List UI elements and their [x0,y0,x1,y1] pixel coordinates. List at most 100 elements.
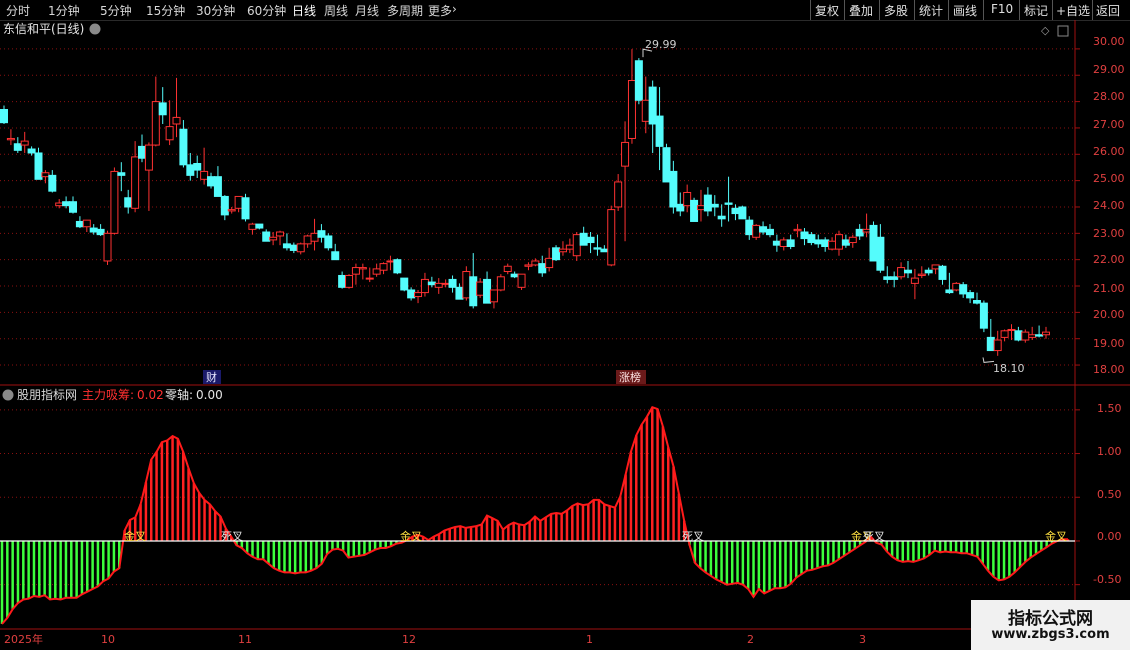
candle-body [255,223,264,229]
low-price-label: 18.10 [993,362,1025,375]
candle-body [1014,330,1023,341]
tab-intraday[interactable]: 分时 [6,2,30,19]
indicator-tick: 0.50 [1097,488,1122,501]
candle-body [600,248,609,253]
multi-stock-button[interactable]: 多股 [884,2,908,19]
candle-body [20,140,29,146]
candle-body [917,273,926,276]
indicator-tick: -0.50 [1093,573,1121,586]
overlay-button[interactable]: 叠加 [849,2,873,19]
back-button[interactable]: 返回 [1096,2,1120,19]
candle-body [710,203,719,208]
candle-body [379,263,388,271]
candle-body [703,194,712,212]
divider [1019,0,1020,20]
add-watchlist-button[interactable]: +自选 [1056,2,1090,19]
candle-body [427,281,436,286]
f10-button[interactable]: F10 [991,2,1013,16]
candle-body [717,215,726,220]
candle-body [213,176,222,197]
candle-body [193,163,202,171]
tab-60min[interactable]: 60分钟 [247,2,286,19]
candle-body [227,209,236,212]
candle-body [862,228,871,233]
window-icon[interactable] [1057,25,1069,37]
candle-body [331,251,340,261]
price-tick: 28.00 [1093,90,1125,103]
candle-body [138,145,147,159]
tab-weekly[interactable]: 周线 [324,2,348,19]
tab-monthly[interactable]: 月线 [355,2,379,19]
candle-body [248,223,257,230]
candle-body [621,141,630,167]
candle-body [365,277,374,280]
candle-body [731,207,740,215]
candle-body [324,235,333,249]
candle-body [386,260,395,263]
candle-body [414,292,423,298]
diamond-icon[interactable]: ◇ [1041,24,1050,37]
tab-multi-period[interactable]: 多周期 [387,2,423,19]
candle-body [372,268,381,275]
candle-body [503,265,512,273]
candle-body [676,203,685,212]
candle-body [75,220,84,228]
candle-body [786,239,795,247]
price-tick: 23.00 [1093,227,1125,240]
candle-body [441,282,450,285]
candle-body [289,244,298,251]
draw-line-button[interactable]: 画线 [953,2,977,19]
kline-chart[interactable]: 东信和平(日线) ◇ 股朋指标网 主力吸筹: 0.02 零轴: 0.00 29.… [0,20,1130,650]
watermark: 指标公式网 www.zbgs3.com [971,600,1130,650]
candle-body [662,147,671,183]
time-label: 12 [402,633,416,646]
tab-30min[interactable]: 30分钟 [196,2,235,19]
candle-body [144,144,153,171]
candle-body [262,231,271,242]
candle-body [82,219,91,228]
candle-body [393,259,402,274]
tab-1min[interactable]: 1分钟 [48,2,80,19]
tab-15min[interactable]: 15分钟 [146,2,185,19]
chevron-right-icon[interactable]: › [452,2,457,16]
price-axis: 30.00 29.00 28.00 27.00 26.00 25.00 24.0… [1093,35,1125,376]
divider [1092,0,1093,20]
zero-axis-name: 零轴: [165,387,193,402]
candle-body [952,282,961,291]
candle-body [855,228,864,237]
candle-body [469,276,478,307]
high-price-label: 29.99 [645,38,677,51]
indicator-site-label: 股朋指标网 [17,387,77,402]
candle-body [883,276,892,280]
restore-rights-button[interactable]: 复权 [815,2,839,19]
tab-daily[interactable]: 日线 [292,2,316,19]
tab-5min[interactable]: 5分钟 [100,2,132,19]
candle-body [13,143,22,151]
mark-button[interactable]: 标记 [1024,2,1048,19]
divider [914,0,915,20]
candle-body [434,282,443,288]
candle-body [669,170,678,208]
indicator-menu-icon[interactable] [2,389,14,401]
candle-body [931,264,940,270]
candle-body [96,228,105,236]
tab-more[interactable]: 更多 [428,2,452,19]
candle-body [179,128,188,166]
candle-body [655,115,664,147]
candle-body [207,176,216,187]
statistics-button[interactable]: 统计 [919,2,943,19]
candle-body [745,219,754,236]
candle-body [966,292,975,299]
indicator-bars [0,405,1075,625]
candle-body [338,274,347,288]
candle-body [27,148,36,154]
candle-body [972,300,981,304]
candle-body [0,108,8,124]
candle-body [586,236,595,244]
candle-body [641,99,650,122]
candle-body [303,235,312,245]
limit-up-marker-label: 涨榜 [619,370,641,384]
candlestick-series [0,48,1050,363]
candle-body [545,257,554,269]
chevron-down-icon[interactable] [89,23,101,35]
